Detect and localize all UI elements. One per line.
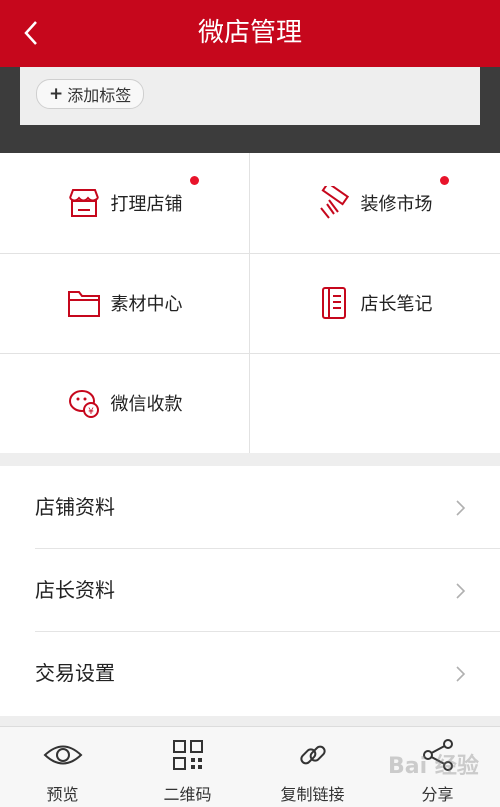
add-tag-label: 添加标签 (67, 86, 132, 105)
notebook-icon (317, 286, 351, 320)
add-tag-button[interactable]: + 添加标签 (36, 79, 145, 109)
function-grid: 打理店铺 装修市场 素材中心 店长笔记 ¥ 微信收款 (0, 153, 500, 453)
list-item-trade-settings[interactable]: 交易设置 (0, 632, 500, 715)
chevron-right-icon (456, 583, 466, 599)
list-item-shop-info[interactable]: 店铺资料 (0, 466, 500, 549)
list-item-label: 店长资料 (35, 578, 115, 602)
wechat-pay-icon: ¥ (67, 386, 101, 420)
grid-item-owner-notes[interactable]: 店长笔记 (250, 253, 499, 353)
tab-label: 分享 (421, 785, 454, 804)
tab-preview[interactable]: 预览 (0, 727, 125, 807)
page-title: 微店管理 (197, 18, 302, 48)
app-header: 微店管理 (0, 0, 500, 67)
list-item-label: 店铺资料 (35, 495, 115, 519)
notification-dot (189, 176, 199, 185)
tab-label: 二维码 (163, 785, 212, 804)
grid-item-decoration-market[interactable]: 装修市场 (250, 153, 499, 253)
folder-icon (67, 286, 101, 320)
plus-icon: + (49, 84, 64, 104)
tab-qrcode[interactable]: 二维码 (125, 727, 250, 807)
grid-empty-cell (250, 353, 499, 453)
tab-label: 复制链接 (280, 785, 345, 804)
svg-text:¥: ¥ (88, 407, 94, 417)
settings-list: 店铺资料 店长资料 交易设置 (0, 466, 500, 716)
grid-item-label: 素材中心 (110, 294, 183, 315)
grid-item-label: 微信收款 (110, 394, 183, 415)
list-item-label: 交易设置 (35, 661, 115, 685)
grid-item-label: 打理店铺 (110, 194, 183, 215)
notification-dot (439, 176, 449, 185)
grid-item-label: 装修市场 (360, 194, 433, 215)
qrcode-icon (168, 737, 208, 773)
eye-icon (43, 737, 83, 773)
list-item-owner-info[interactable]: 店长资料 (0, 549, 500, 632)
tag-panel: + 添加标签 (20, 67, 480, 125)
grid-item-wechat-payment[interactable]: ¥ 微信收款 (0, 353, 249, 453)
tab-label: 预览 (46, 785, 79, 804)
link-icon (293, 737, 333, 773)
watermark: Bai 经验 (388, 754, 479, 779)
chevron-right-icon (456, 666, 466, 682)
grid-item-manage-shop[interactable]: 打理店铺 (0, 153, 249, 253)
tab-copy-link[interactable]: 复制链接 (250, 727, 375, 807)
paint-roller-icon (317, 186, 351, 220)
grid-item-material-center[interactable]: 素材中心 (0, 253, 249, 353)
shop-icon (67, 186, 101, 220)
chevron-right-icon (456, 500, 466, 516)
grid-item-label: 店长笔记 (360, 294, 433, 315)
